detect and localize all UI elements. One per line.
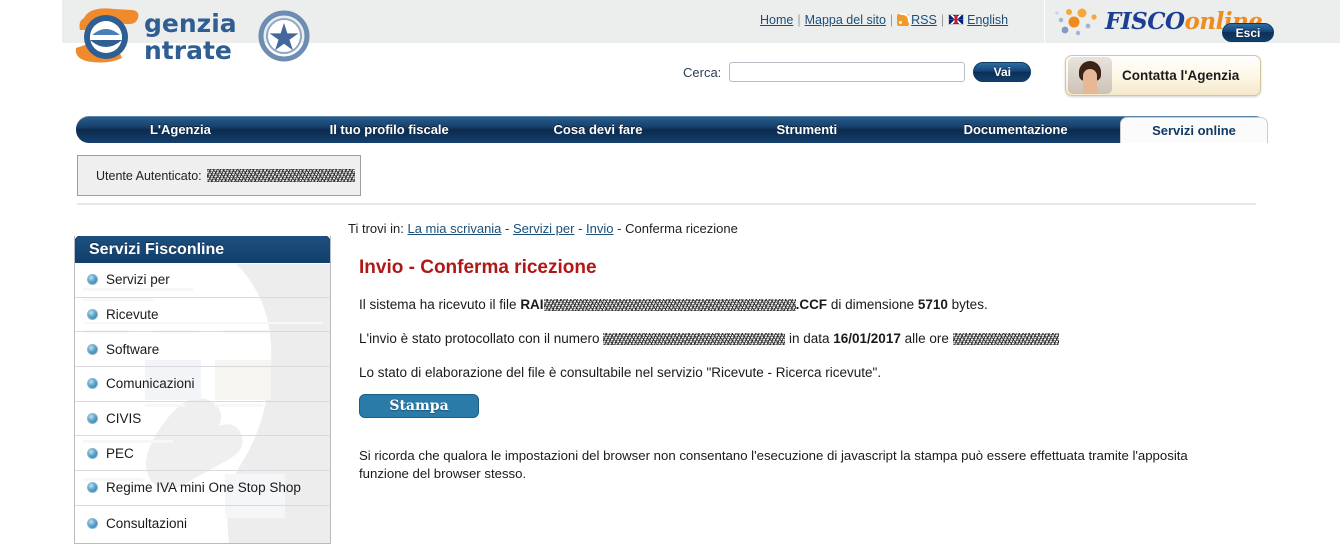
sidebar-item-label: Ricevute — [106, 307, 159, 323]
p1-file-prefix: RAI — [520, 297, 544, 312]
nav-item-documentazione[interactable]: Documentazione — [911, 116, 1120, 143]
logout-button[interactable]: Esci — [1222, 23, 1274, 42]
page-title: Invio - Conferma ricezione — [359, 257, 597, 278]
main-navigation: L'Agenzia Il tuo profilo fiscale Cosa de… — [76, 116, 1268, 143]
p2-time-redacted — [952, 333, 1059, 346]
p2-date: 16/01/2017 — [833, 331, 901, 346]
sidebar: Servizi Fisconline Servizi per Ricevute … — [74, 236, 331, 544]
sidebar-item-software[interactable]: Software — [75, 332, 330, 368]
globe-icon — [87, 413, 98, 425]
link-mappa-del-sito[interactable]: Mappa del sito — [805, 13, 886, 27]
authenticated-user-label: Utente Autenticato: — [96, 168, 202, 183]
p1-file-extension: .CCF — [795, 297, 828, 312]
page-root: genzia ntrate Home | Mappa del sito | RSS | En… — [0, 0, 1340, 544]
sidebar-menu: Servizi per Ricevute Software Comunicazi… — [75, 263, 330, 541]
nav-item-profilo-fiscale[interactable]: Il tuo profilo fiscale — [285, 116, 494, 143]
link-english[interactable]: English — [967, 13, 1008, 27]
breadcrumb-separator: - — [505, 221, 510, 236]
svg-text:ntrate: ntrate — [144, 36, 232, 65]
link-separator: | — [940, 13, 945, 27]
nav-item-servizi-online[interactable]: Servizi online — [1119, 117, 1268, 143]
link-rss[interactable]: RSS — [911, 13, 937, 27]
contatta-agenzia-label: Contatta l'Agenzia — [1122, 68, 1240, 83]
breadcrumb-link-invio[interactable]: Invio — [586, 221, 613, 236]
nav-item-strumenti[interactable]: Strumenti — [702, 116, 911, 143]
search-bar: Cerca: Vai — [683, 62, 1032, 82]
p2-text-2: in data — [785, 331, 834, 346]
p2-protocol-number-redacted — [603, 333, 786, 346]
breadcrumb-prefix: Ti trovi in: — [348, 221, 404, 236]
globe-icon — [87, 343, 98, 355]
svg-text:genzia: genzia — [144, 9, 237, 38]
globe-icon — [87, 274, 98, 286]
main-content: Ti trovi in: La mia scrivania - Servizi … — [348, 221, 1268, 483]
fisconline-brand-primary: FISCO — [1105, 8, 1185, 35]
sidebar-item-label: Software — [106, 341, 160, 357]
search-submit-button[interactable]: Vai — [973, 62, 1032, 82]
nav-item-lagenzia[interactable]: L'Agenzia — [76, 116, 285, 143]
print-button[interactable]: Stampa — [359, 394, 479, 418]
protocol-message: L'invio è stato protocollato con il nume… — [359, 330, 1268, 348]
breadcrumb-link-la-mia-scrivania[interactable]: La mia scrivania — [407, 221, 501, 236]
sidebar-item-label: Regime IVA mini One Stop Shop — [106, 480, 301, 496]
breadcrumb: Ti trovi in: La mia scrivania - Servizi … — [348, 221, 1268, 236]
globe-icon — [87, 482, 98, 494]
uk-flag-icon — [948, 14, 965, 25]
link-separator: | — [797, 13, 801, 27]
contatta-agenzia-button[interactable]: Contatta l'Agenzia — [1065, 55, 1261, 96]
p1-text-1: Il sistema ha ricevuto il file — [359, 297, 521, 312]
breadcrumb-separator: - — [617, 221, 622, 236]
globe-icon — [87, 447, 98, 459]
sidebar-item-label: Consultazioni — [106, 515, 188, 531]
file-received-message: Il sistema ha ricevuto il file RAI .CCF d… — [359, 296, 1268, 314]
sidebar-item-civis[interactable]: CIVIS — [75, 402, 330, 437]
sidebar-item-label: Servizi per — [106, 272, 170, 288]
search-input[interactable] — [729, 62, 966, 82]
p2-text-3: alle ore — [900, 331, 953, 346]
p1-text-2: di dimensione — [827, 297, 918, 312]
breadcrumb-current: Conferma ricezione — [625, 221, 738, 236]
breadcrumb-separator: - — [578, 221, 583, 236]
breadcrumb-link-servizi-per[interactable]: Servizi per — [513, 221, 574, 236]
sidebar-item-consultazioni[interactable]: Consultazioni — [75, 506, 330, 541]
header-bottom-divider — [77, 203, 1256, 205]
sidebar-item-label: Comunicazioni — [106, 376, 195, 392]
globe-icon — [87, 309, 98, 321]
search-label: Cerca: — [683, 64, 722, 80]
sidebar-item-ricevute[interactable]: Ricevute — [75, 298, 330, 333]
processing-status-message: Lo stato di elaborazione del file è cons… — [359, 365, 882, 380]
operator-avatar-icon — [1068, 57, 1112, 94]
globe-icon — [87, 378, 98, 390]
sidebar-title: Servizi Fisconline — [75, 236, 330, 263]
sidebar-item-label: PEC — [106, 445, 134, 461]
p1-file-size: 5710 — [917, 297, 948, 312]
authenticated-username-redacted — [206, 169, 355, 182]
sidebar-item-label: CIVIS — [106, 411, 142, 427]
rss-icon — [897, 13, 911, 26]
globe-icon — [87, 517, 98, 529]
link-separator: | — [889, 13, 894, 27]
link-home[interactable]: Home — [760, 13, 793, 27]
sidebar-item-servizi-per[interactable]: Servizi per — [75, 263, 330, 298]
sidebar-item-regime-iva-moss[interactable]: Regime IVA mini One Stop Shop — [75, 471, 330, 506]
p1-filename-redacted — [543, 299, 796, 312]
sidebar-item-pec[interactable]: PEC — [75, 436, 330, 472]
javascript-notice: Si ricorda che qualora le impostazioni d… — [359, 448, 1188, 481]
p1-text-3: bytes. — [947, 297, 988, 312]
top-utility-links: Home | Mappa del sito | RSS | English — [760, 13, 1008, 27]
p2-text-1: L'invio è stato protocollato con il nume… — [359, 331, 604, 346]
nav-item-cosa-devi-fare[interactable]: Cosa devi fare — [494, 116, 703, 143]
agenzia-entrate-logo[interactable]: genzia ntrate — [70, 4, 310, 69]
header-divider — [1044, 0, 1045, 43]
authenticated-user-box: Utente Autenticato: — [77, 155, 361, 196]
sidebar-item-comunicazioni[interactable]: Comunicazioni — [75, 367, 330, 402]
